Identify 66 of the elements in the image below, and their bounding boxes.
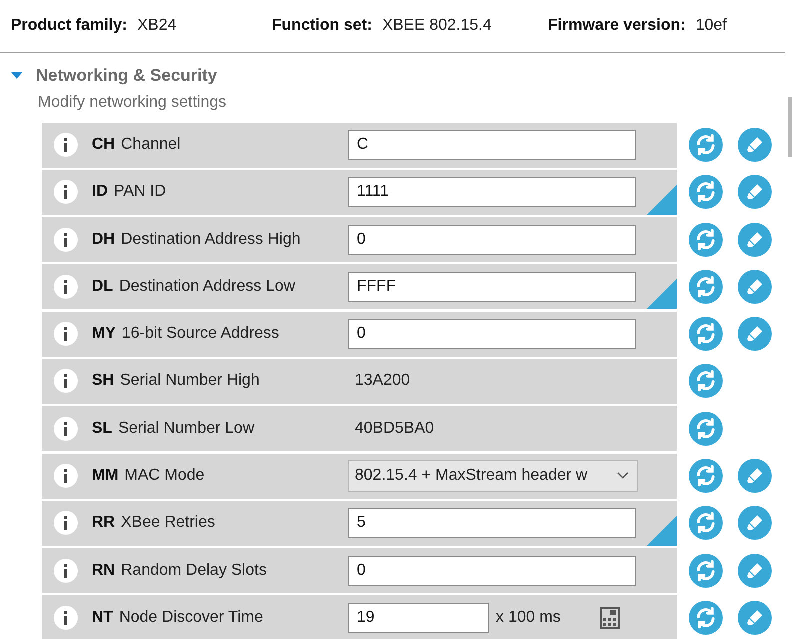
info-icon[interactable] xyxy=(54,369,78,394)
refresh-icon[interactable] xyxy=(689,554,723,588)
header-value: XB24 xyxy=(137,16,177,36)
pencil-icon[interactable] xyxy=(738,270,772,304)
calculator-icon[interactable] xyxy=(600,606,620,629)
setting-label: DH Destination Address High xyxy=(92,230,302,250)
header-value: XBEE 802.15.4 xyxy=(382,16,492,36)
info-icon[interactable] xyxy=(54,133,78,157)
pencil-icon[interactable] xyxy=(738,128,772,162)
value-field[interactable]: C xyxy=(348,130,636,160)
refresh-icon[interactable] xyxy=(689,600,723,635)
refresh-icon[interactable] xyxy=(689,317,723,352)
setting-label: NT Node Discover Time xyxy=(92,608,264,628)
setting-label: RR XBee Retries xyxy=(92,513,216,534)
setting-label: SL Serial Number Low xyxy=(92,418,256,439)
value-field[interactable]: 0 xyxy=(348,319,636,350)
refresh-icon[interactable] xyxy=(689,128,723,162)
pencil-icon[interactable] xyxy=(738,554,772,588)
setting-label: DL Destination Address Low xyxy=(92,276,296,297)
header-label: Product family: xyxy=(11,16,128,36)
refresh-icon[interactable] xyxy=(689,364,723,398)
info-icon[interactable] xyxy=(54,322,78,346)
unit-text: x 100 ms xyxy=(496,608,561,628)
info-icon[interactable] xyxy=(54,416,78,441)
setting-label: MM MAC Mode xyxy=(92,466,206,486)
value-text: 13A200 xyxy=(354,371,412,392)
info-icon[interactable] xyxy=(54,558,78,583)
setting-label: SH Serial Number High xyxy=(92,371,261,392)
refresh-icon[interactable] xyxy=(689,412,723,446)
value-text: 40BD5BA0 xyxy=(354,418,436,439)
setting-label: ID PAN ID xyxy=(92,182,168,202)
value-field[interactable]: 0 xyxy=(348,224,636,255)
info-icon[interactable] xyxy=(54,511,78,536)
pencil-icon[interactable] xyxy=(738,317,772,352)
header-value: 10ef xyxy=(696,16,727,36)
pencil-icon[interactable] xyxy=(738,175,772,210)
scrollbar-thumb[interactable] xyxy=(788,97,792,157)
info-icon[interactable] xyxy=(54,180,78,204)
header-label: Function set: xyxy=(272,16,372,36)
section-title: Networking & Security xyxy=(36,65,218,87)
section-subtitle: Modify networking settings xyxy=(38,92,228,112)
pencil-icon[interactable] xyxy=(738,600,772,635)
value-field[interactable]: FFFF xyxy=(348,272,636,302)
setting-label: CH Channel xyxy=(92,135,182,155)
refresh-icon[interactable] xyxy=(689,459,723,494)
refresh-icon[interactable] xyxy=(689,222,723,257)
chevron-down-icon xyxy=(617,472,629,480)
value-field[interactable]: 1111 xyxy=(348,177,636,208)
pencil-icon[interactable] xyxy=(738,459,772,494)
pencil-icon[interactable] xyxy=(738,506,772,540)
refresh-icon[interactable] xyxy=(689,270,723,304)
setting-label: MY 16-bit Source Address xyxy=(92,324,280,344)
mac-mode-dropdown[interactable]: 802.15.4 + MaxStream header w xyxy=(348,460,638,492)
setting-label: RN Random Delay Slots xyxy=(92,560,268,581)
header-label: Firmware version: xyxy=(548,16,686,36)
expand-triangle-icon[interactable] xyxy=(11,72,23,80)
info-icon[interactable] xyxy=(54,606,78,630)
refresh-icon[interactable] xyxy=(689,506,723,540)
info-icon[interactable] xyxy=(54,464,78,488)
refresh-icon[interactable] xyxy=(689,175,723,210)
value-field[interactable]: 5 xyxy=(348,508,636,538)
value-field[interactable]: 0 xyxy=(348,556,636,586)
pencil-icon[interactable] xyxy=(738,222,772,257)
info-icon[interactable] xyxy=(54,274,78,299)
value-field[interactable]: 19 xyxy=(348,602,489,633)
info-icon[interactable] xyxy=(54,228,78,252)
